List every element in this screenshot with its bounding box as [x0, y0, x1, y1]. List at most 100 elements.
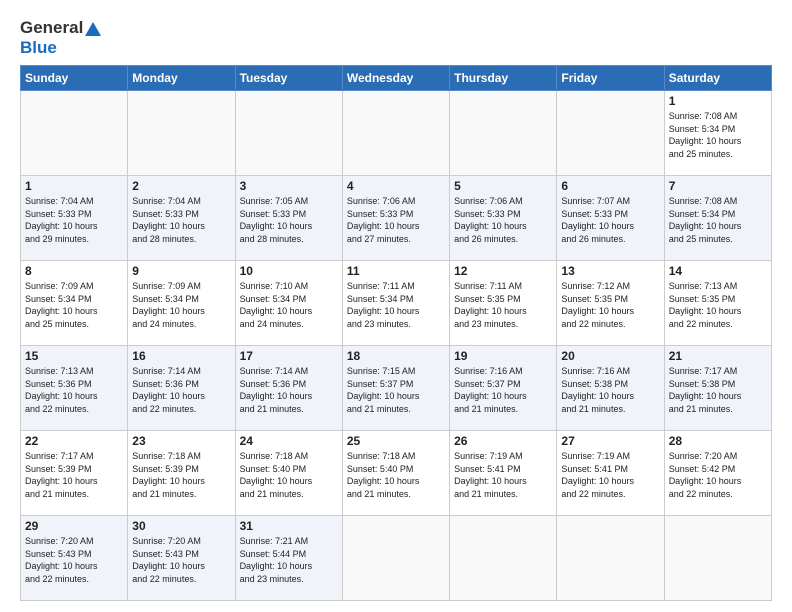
- calendar-week-row: 8 Sunrise: 7:09 AM Sunset: 5:34 PM Daylig…: [21, 261, 772, 346]
- day-number: 19: [454, 349, 552, 363]
- calendar-cell: 4Sunrise: 7:06 AM Sunset: 5:33 PM Daylig…: [342, 176, 449, 261]
- calendar-cell: [235, 91, 342, 176]
- calendar-table: SundayMondayTuesdayWednesdayThursdayFrid…: [20, 65, 772, 601]
- calendar-cell: 9Sunrise: 7:09 AM Sunset: 5:34 PM Daylig…: [128, 261, 235, 346]
- calendar-cell: 3 Sunrise: 7:05 AM Sunset: 5:33 PM Daylig…: [235, 176, 342, 261]
- calendar-week-row: 15Sunrise: 7:13 AM Sunset: 5:36 PM Dayli…: [21, 346, 772, 431]
- day-number: 2: [132, 179, 230, 193]
- day-info: Sunrise: 7:19 AM Sunset: 5:41 PM Dayligh…: [561, 450, 659, 500]
- day-info: Sunrise: 7:13 AM Sunset: 5:35 PM Dayligh…: [669, 280, 767, 330]
- day-number: 1: [25, 179, 123, 193]
- day-number: 9: [132, 264, 230, 278]
- calendar-cell: 23 Sunrise: 7:18 AM Sunset: 5:39 PM Dayli…: [128, 431, 235, 516]
- logo-arrow-icon: [85, 22, 101, 36]
- day-info: Sunrise: 7:08 AM Sunset: 5:34 PM Dayligh…: [669, 195, 767, 245]
- calendar-cell: 2 Sunrise: 7:04 AM Sunset: 5:33 PM Daylig…: [128, 176, 235, 261]
- calendar-day-header: Friday: [557, 66, 664, 91]
- calendar-cell: 16Sunrise: 7:14 AM Sunset: 5:36 PM Dayli…: [128, 346, 235, 431]
- calendar-cell: 17 Sunrise: 7:14 AM Sunset: 5:36 PM Dayli…: [235, 346, 342, 431]
- calendar-cell: 25 Sunrise: 7:18 AM Sunset: 5:40 PM Dayli…: [342, 431, 449, 516]
- day-info: Sunrise: 7:17 AM Sunset: 5:39 PM Dayligh…: [25, 450, 123, 500]
- day-info: Sunrise: 7:04 AM Sunset: 5:33 PM Dayligh…: [132, 195, 230, 245]
- day-info: Sunrise: 7:12 AM Sunset: 5:35 PM Dayligh…: [561, 280, 659, 330]
- calendar-cell: 29 Sunrise: 7:20 AM Sunset: 5:43 PM Dayli…: [21, 516, 128, 601]
- calendar-cell: 11Sunrise: 7:11 AM Sunset: 5:34 PM Dayli…: [342, 261, 449, 346]
- day-number: 5: [454, 179, 552, 193]
- calendar-cell: [450, 91, 557, 176]
- calendar-cell: [450, 516, 557, 601]
- calendar-cell: 21Sunrise: 7:17 AM Sunset: 5:38 PM Dayli…: [664, 346, 771, 431]
- day-number: 11: [347, 264, 445, 278]
- calendar-week-row: 1 Sunrise: 7:04 AM Sunset: 5:33 PM Daylig…: [21, 176, 772, 261]
- day-number: 25: [347, 434, 445, 448]
- day-info: Sunrise: 7:18 AM Sunset: 5:39 PM Dayligh…: [132, 450, 230, 500]
- day-number: 22: [25, 434, 123, 448]
- day-info: Sunrise: 7:09 AM Sunset: 5:34 PM Dayligh…: [25, 280, 123, 330]
- day-number: 23: [132, 434, 230, 448]
- calendar-cell: 19 Sunrise: 7:16 AM Sunset: 5:37 PM Dayli…: [450, 346, 557, 431]
- logo: General Blue: [20, 18, 101, 57]
- day-info: Sunrise: 7:15 AM Sunset: 5:37 PM Dayligh…: [347, 365, 445, 415]
- calendar-cell: [557, 91, 664, 176]
- calendar-cell: [664, 516, 771, 601]
- day-number: 6: [561, 179, 659, 193]
- calendar-cell: 10 Sunrise: 7:10 AM Sunset: 5:34 PM Dayli…: [235, 261, 342, 346]
- calendar-cell: [128, 91, 235, 176]
- day-info: Sunrise: 7:08 AM Sunset: 5:34 PM Dayligh…: [669, 110, 767, 160]
- calendar-day-header: Monday: [128, 66, 235, 91]
- calendar-cell: 1Sunrise: 7:04 AM Sunset: 5:33 PM Daylig…: [21, 176, 128, 261]
- day-number: 18: [347, 349, 445, 363]
- calendar-day-header: Sunday: [21, 66, 128, 91]
- calendar-cell: 30Sunrise: 7:20 AM Sunset: 5:43 PM Dayli…: [128, 516, 235, 601]
- day-number: 21: [669, 349, 767, 363]
- calendar-day-header: Thursday: [450, 66, 557, 91]
- day-number: 28: [669, 434, 767, 448]
- day-number: 7: [669, 179, 767, 193]
- day-info: Sunrise: 7:18 AM Sunset: 5:40 PM Dayligh…: [240, 450, 338, 500]
- day-number: 27: [561, 434, 659, 448]
- day-number: 1: [669, 94, 767, 108]
- calendar-cell: [21, 91, 128, 176]
- day-info: Sunrise: 7:14 AM Sunset: 5:36 PM Dayligh…: [132, 365, 230, 415]
- calendar-week-row: 22 Sunrise: 7:17 AM Sunset: 5:39 PM Dayli…: [21, 431, 772, 516]
- day-info: Sunrise: 7:13 AM Sunset: 5:36 PM Dayligh…: [25, 365, 123, 415]
- calendar-cell: 15Sunrise: 7:13 AM Sunset: 5:36 PM Dayli…: [21, 346, 128, 431]
- day-info: Sunrise: 7:20 AM Sunset: 5:43 PM Dayligh…: [132, 535, 230, 585]
- logo-text: General Blue: [20, 18, 101, 57]
- day-info: Sunrise: 7:14 AM Sunset: 5:36 PM Dayligh…: [240, 365, 338, 415]
- day-number: 31: [240, 519, 338, 533]
- calendar-week-row: 29 Sunrise: 7:20 AM Sunset: 5:43 PM Dayli…: [21, 516, 772, 601]
- calendar-cell: 12Sunrise: 7:11 AM Sunset: 5:35 PM Dayli…: [450, 261, 557, 346]
- day-number: 20: [561, 349, 659, 363]
- day-info: Sunrise: 7:05 AM Sunset: 5:33 PM Dayligh…: [240, 195, 338, 245]
- day-info: Sunrise: 7:16 AM Sunset: 5:37 PM Dayligh…: [454, 365, 552, 415]
- calendar-cell: [342, 516, 449, 601]
- day-info: Sunrise: 7:20 AM Sunset: 5:43 PM Dayligh…: [25, 535, 123, 585]
- day-number: 17: [240, 349, 338, 363]
- calendar-day-header: Saturday: [664, 66, 771, 91]
- day-number: 13: [561, 264, 659, 278]
- day-info: Sunrise: 7:07 AM Sunset: 5:33 PM Dayligh…: [561, 195, 659, 245]
- day-number: 10: [240, 264, 338, 278]
- day-info: Sunrise: 7:16 AM Sunset: 5:38 PM Dayligh…: [561, 365, 659, 415]
- day-info: Sunrise: 7:06 AM Sunset: 5:33 PM Dayligh…: [347, 195, 445, 245]
- calendar-cell: [342, 91, 449, 176]
- calendar-cell: 20 Sunrise: 7:16 AM Sunset: 5:38 PM Dayli…: [557, 346, 664, 431]
- calendar-cell: 28Sunrise: 7:20 AM Sunset: 5:42 PM Dayli…: [664, 431, 771, 516]
- day-info: Sunrise: 7:10 AM Sunset: 5:34 PM Dayligh…: [240, 280, 338, 330]
- calendar-cell: 31 Sunrise: 7:21 AM Sunset: 5:44 PM Dayli…: [235, 516, 342, 601]
- day-number: 26: [454, 434, 552, 448]
- calendar-cell: 6 Sunrise: 7:07 AM Sunset: 5:33 PM Daylig…: [557, 176, 664, 261]
- logo-brand: General Blue: [20, 18, 101, 57]
- day-info: Sunrise: 7:19 AM Sunset: 5:41 PM Dayligh…: [454, 450, 552, 500]
- page: General Blue SundayMondayTuesdayWednesda…: [0, 0, 792, 612]
- day-info: Sunrise: 7:18 AM Sunset: 5:40 PM Dayligh…: [347, 450, 445, 500]
- day-info: Sunrise: 7:06 AM Sunset: 5:33 PM Dayligh…: [454, 195, 552, 245]
- calendar-cell: [557, 516, 664, 601]
- day-number: 29: [25, 519, 123, 533]
- day-number: 3: [240, 179, 338, 193]
- day-number: 8: [25, 264, 123, 278]
- calendar-week-row: 1 Sunrise: 7:08 AM Sunset: 5:34 PM Daylig…: [21, 91, 772, 176]
- calendar-cell: 1 Sunrise: 7:08 AM Sunset: 5:34 PM Daylig…: [664, 91, 771, 176]
- day-info: Sunrise: 7:21 AM Sunset: 5:44 PM Dayligh…: [240, 535, 338, 585]
